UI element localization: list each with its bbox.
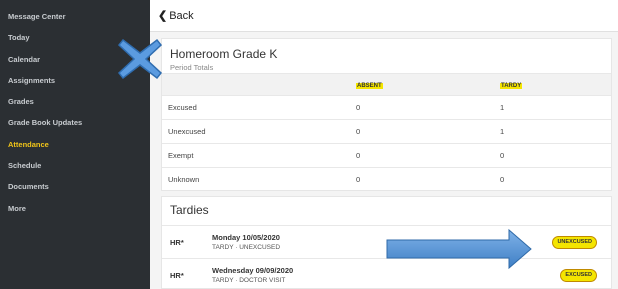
- sidebar-item-attendance[interactable]: Attendance: [0, 134, 150, 155]
- sidebar-item-schedule[interactable]: Schedule: [0, 155, 150, 176]
- sidebar-item-documents[interactable]: Documents: [0, 176, 150, 197]
- tardy-date: Monday 10/05/2020: [212, 233, 280, 242]
- back-label: Back: [169, 9, 194, 22]
- sidebar-nav: Message Center Today Calendar Assignment…: [0, 0, 150, 289]
- status-badge: EXCUSED: [560, 269, 597, 282]
- back-button[interactable]: ❮ Back: [158, 9, 194, 23]
- sidebar-item-today[interactable]: Today: [0, 27, 150, 48]
- absent-count: 0: [356, 103, 361, 112]
- tardy-count: 0: [500, 151, 505, 160]
- period-code: HR*: [170, 270, 184, 280]
- row-label: Unknown: [168, 175, 200, 184]
- sidebar-item-assignments[interactable]: Assignments: [0, 70, 150, 91]
- sidebar-item-grades[interactable]: Grades: [0, 91, 150, 112]
- absent-count: 0: [356, 175, 361, 184]
- chevron-left-icon: ❮: [158, 10, 168, 22]
- table-row: Exempt 0 0: [162, 143, 611, 167]
- tardy-item[interactable]: HR* Wednesday 09/09/2020 TARDY · DOCTOR …: [162, 258, 611, 289]
- tardies-card: Tardies HR* Monday 10/05/2020 TARDY · UN…: [161, 196, 612, 289]
- tardy-count: 1: [500, 127, 505, 136]
- tardy-count: 0: [500, 175, 505, 184]
- period-totals-card: Homeroom Grade K Period Totals ABSENT TA…: [161, 38, 612, 191]
- tardy-detail: TARDY · UNEXCUSED: [212, 244, 281, 251]
- sidebar-item-calendar[interactable]: Calendar: [0, 49, 150, 70]
- column-header-tardy: TARDY: [500, 83, 523, 89]
- row-label: Unexcused: [168, 127, 206, 136]
- tardy-detail: TARDY · DOCTOR VISIT: [212, 277, 286, 284]
- column-header-absent: ABSENT: [356, 83, 383, 89]
- table-row: Unexcused 0 1: [162, 119, 611, 143]
- row-label: Excused: [168, 103, 197, 112]
- row-label: Exempt: [168, 151, 194, 160]
- top-bar: ❮ Back: [150, 0, 618, 32]
- card-title: Homeroom Grade K: [170, 47, 278, 61]
- main-content: ❮ Back Homeroom Grade K Period Totals AB…: [150, 0, 618, 289]
- card-subtitle: Period Totals: [170, 63, 214, 72]
- table-row: Unknown 0 0: [162, 167, 611, 191]
- tardy-count: 1: [500, 103, 505, 112]
- table-row: Excused 0 1: [162, 95, 611, 119]
- status-badge: UNEXCUSED: [552, 236, 597, 249]
- absent-count: 0: [356, 151, 361, 160]
- sidebar-item-more[interactable]: More: [0, 198, 150, 219]
- absent-count: 0: [356, 127, 361, 136]
- period-code: HR*: [170, 237, 184, 247]
- sidebar-item-message-center[interactable]: Message Center: [0, 6, 150, 27]
- sidebar-item-grade-book-updates[interactable]: Grade Book Updates: [0, 112, 150, 133]
- tardy-date: Wednesday 09/09/2020: [212, 266, 294, 275]
- tardies-title: Tardies: [170, 203, 209, 217]
- table-header: ABSENT TARDY: [162, 73, 611, 95]
- tardy-item[interactable]: HR* Monday 10/05/2020 TARDY · UNEXCUSED …: [162, 225, 611, 258]
